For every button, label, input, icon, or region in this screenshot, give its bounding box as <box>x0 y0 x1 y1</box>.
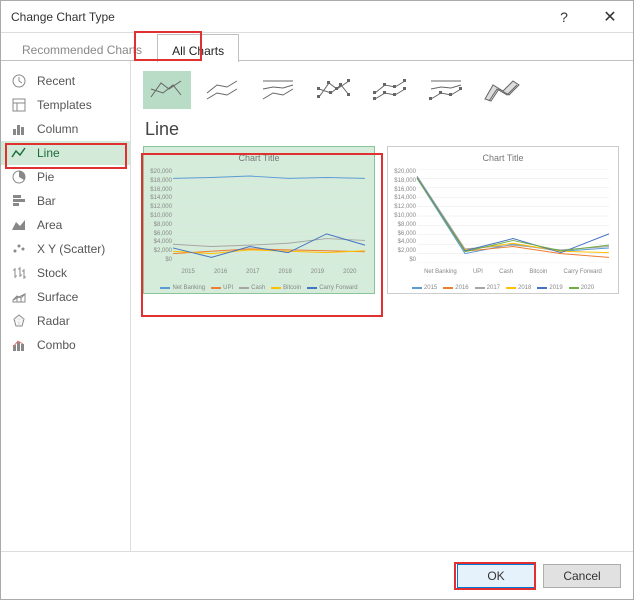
sidebar-item-label: Surface <box>37 290 78 304</box>
subtype-row <box>143 71 621 109</box>
radar-icon <box>11 313 27 329</box>
chart-title: Chart Title <box>388 153 618 163</box>
legend: 201520162017201820192020 <box>398 285 608 291</box>
recent-icon <box>11 73 27 89</box>
sidebar-item-label: Combo <box>37 338 76 352</box>
stock-icon <box>11 265 27 281</box>
scatter-icon <box>11 241 27 257</box>
100pct-markers-subtype[interactable] <box>423 71 471 109</box>
chart-preview[interactable]: Chart Title $20,000$18,000$16,000$14,000… <box>143 146 375 294</box>
change-chart-type-dialog: Change Chart Type ? ✕ Recommended Charts… <box>0 0 634 600</box>
chart-area <box>172 169 366 263</box>
close-button[interactable]: ✕ <box>587 1 633 33</box>
100pct-line-subtype[interactable] <box>255 71 303 109</box>
surface-icon <box>11 289 27 305</box>
button-label: OK <box>487 569 504 583</box>
pie-icon <box>11 169 27 185</box>
area-icon <box>11 217 27 233</box>
tab-label: All Charts <box>172 44 224 58</box>
sidebar-item-stock[interactable]: Stock <box>1 261 130 285</box>
titlebar: Change Chart Type ? ✕ <box>1 1 633 33</box>
stacked-markers-subtype[interactable] <box>367 71 415 109</box>
sidebar-item-label: Line <box>37 146 60 160</box>
3d-line-subtype[interactable] <box>479 71 527 109</box>
sidebar-item-label: Templates <box>37 98 92 112</box>
line-subtype[interactable] <box>143 71 191 109</box>
sidebar-item-label: Stock <box>37 266 67 280</box>
sidebar-item-surface[interactable]: Surface <box>1 285 130 309</box>
sidebar-item-x-y-scatter-[interactable]: X Y (Scatter) <box>1 237 130 261</box>
sidebar-item-recent[interactable]: Recent <box>1 69 130 93</box>
legend: Net BankingUPICashBitcoinCarry Forward <box>154 285 364 291</box>
sidebar-item-radar[interactable]: Radar <box>1 309 130 333</box>
bar-icon <box>11 193 27 209</box>
chart-title: Chart Title <box>144 153 374 163</box>
sidebar-item-label: Recent <box>37 74 75 88</box>
tab-all-charts[interactable]: All Charts <box>157 34 239 62</box>
column-icon <box>11 121 27 137</box>
sidebar-item-combo[interactable]: Combo <box>1 333 130 357</box>
sidebar-item-label: Pie <box>37 170 54 184</box>
sidebar-item-column[interactable]: Column <box>1 117 130 141</box>
y-axis: $20,000$18,000$16,000$14,000$12,000$10,0… <box>146 169 172 263</box>
chart-area <box>416 169 610 263</box>
sidebar-item-label: Column <box>37 122 78 136</box>
chart-type-heading: Line <box>145 119 621 140</box>
ok-button[interactable]: OK <box>457 564 535 588</box>
combo-icon <box>11 337 27 353</box>
stacked-line-subtype[interactable] <box>199 71 247 109</box>
sidebar-item-label: Radar <box>37 314 70 328</box>
tab-recommended-charts[interactable]: Recommended Charts <box>7 33 157 61</box>
sidebar-item-area[interactable]: Area <box>1 213 130 237</box>
line-markers-subtype[interactable] <box>311 71 359 109</box>
sidebar-item-label: Area <box>37 218 62 232</box>
x-axis: Net BankingUPICashBitcoinCarry Forward <box>416 269 610 275</box>
line-icon <box>11 145 27 161</box>
dialog-footer: OK Cancel <box>1 551 633 599</box>
x-axis: 201520162017201820192020 <box>172 269 366 275</box>
sidebar-item-pie[interactable]: Pie <box>1 165 130 189</box>
templates-icon <box>11 97 27 113</box>
y-axis: $20,000$18,000$16,000$14,000$12,000$10,0… <box>390 169 416 263</box>
chart-preview[interactable]: Chart Title $20,000$18,000$16,000$14,000… <box>387 146 619 294</box>
dialog-body: Recent Templates Column Line Pie Bar Area X Y (… <box>1 61 633 551</box>
sidebar-item-label: Bar <box>37 194 56 208</box>
help-button[interactable]: ? <box>541 1 587 33</box>
main-panel: Line Chart Title $20,000$18,000$16,000$1… <box>131 61 633 551</box>
tab-label: Recommended Charts <box>22 43 142 57</box>
sidebar-item-templates[interactable]: Templates <box>1 93 130 117</box>
preview-row: Chart Title $20,000$18,000$16,000$14,000… <box>143 146 621 294</box>
button-label: Cancel <box>563 569 600 583</box>
sidebar-item-line[interactable]: Line <box>1 141 130 165</box>
chart-category-sidebar: Recent Templates Column Line Pie Bar Area X Y (… <box>1 61 131 551</box>
tab-bar: Recommended Charts All Charts <box>1 33 633 61</box>
cancel-button[interactable]: Cancel <box>543 564 621 588</box>
dialog-title: Change Chart Type <box>11 10 541 24</box>
sidebar-item-bar[interactable]: Bar <box>1 189 130 213</box>
sidebar-item-label: X Y (Scatter) <box>37 242 105 256</box>
